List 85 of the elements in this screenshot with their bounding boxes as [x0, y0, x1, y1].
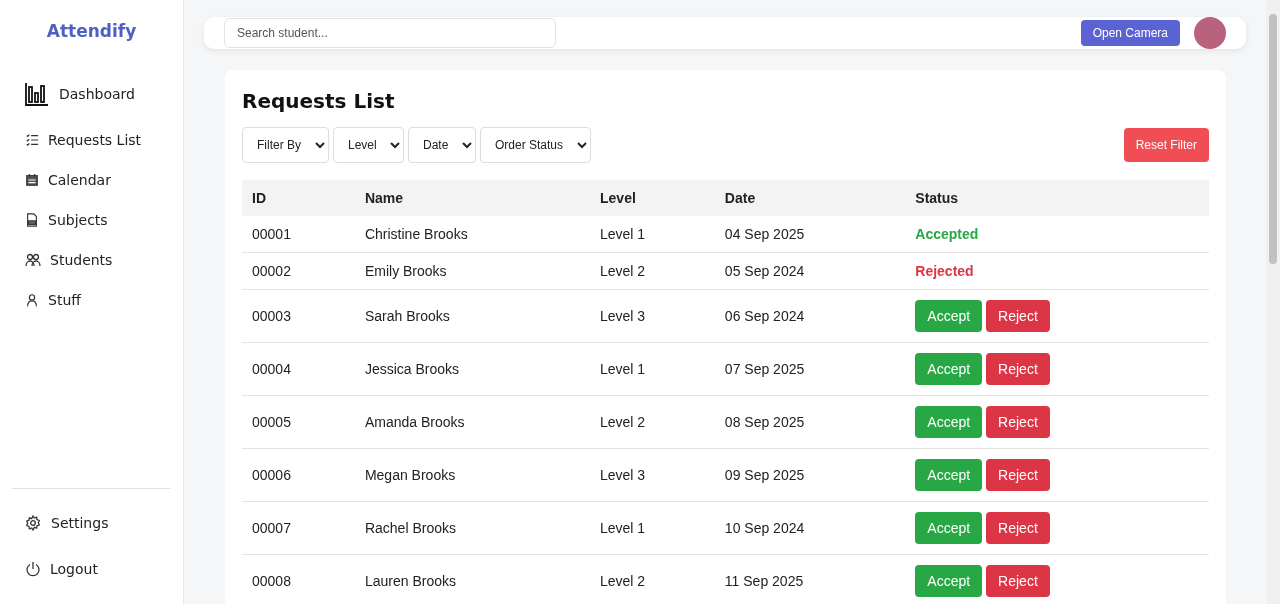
name-cell: Megan Brooks [354, 448, 590, 502]
nav-label: Settings [51, 515, 109, 531]
id-cell: 00006 [242, 448, 355, 502]
nav-item[interactable]: Calendar [25, 160, 183, 200]
nav-label: Subjects [48, 212, 108, 228]
name-cell: Rachel Brooks [354, 501, 590, 555]
nav-label: Stuff [48, 292, 81, 308]
people-icon [25, 252, 41, 268]
accept-button[interactable]: Accept [915, 300, 983, 332]
nav-item[interactable]: Stuff [25, 280, 183, 320]
level-cell: Level 2 [590, 554, 715, 604]
reset-filter-button[interactable]: Reset Filter [1123, 128, 1209, 162]
reject-button[interactable]: Reject [986, 459, 1050, 491]
nav-item[interactable]: Requests List [25, 120, 183, 160]
reject-button[interactable]: Reject [986, 565, 1050, 597]
person-icon [25, 293, 39, 307]
document-icon [25, 213, 39, 227]
filter-dropdown[interactable]: Filter By [242, 127, 329, 163]
date-cell: 08 Sep 2025 [714, 395, 906, 449]
id-cell: 00003 [242, 289, 355, 343]
date-cell: 09 Sep 2025 [714, 448, 906, 502]
date-cell: 05 Sep 2024 [714, 252, 906, 290]
level-cell: Level 1 [590, 501, 715, 555]
column-header: Level [590, 180, 715, 216]
avatar[interactable] [1194, 17, 1226, 49]
filter-dropdown[interactable]: Level [333, 127, 404, 163]
level-cell: Level 3 [590, 289, 715, 343]
reject-button[interactable]: Reject [986, 353, 1050, 385]
checklist-icon [25, 133, 39, 147]
column-header: Status [905, 180, 1209, 216]
column-header: Name [354, 180, 590, 216]
date-cell: 11 Sep 2025 [714, 554, 906, 604]
nav-item[interactable]: Settings [25, 497, 183, 549]
level-cell: Level 3 [590, 448, 715, 502]
page-title: Requests List [242, 89, 396, 113]
bar-chart-icon [25, 82, 49, 106]
reject-button[interactable]: Reject [986, 406, 1050, 438]
id-cell: 00002 [242, 252, 355, 290]
nav-item[interactable]: Logout [25, 549, 183, 589]
nav-label: Calendar [48, 172, 111, 188]
level-cell: Level 2 [590, 252, 715, 290]
nav-item[interactable]: Students [25, 240, 183, 280]
date-cell: 04 Sep 2025 [714, 216, 906, 253]
power-icon [25, 561, 41, 577]
accept-button[interactable]: Accept [915, 512, 983, 544]
nav-label: Requests List [48, 132, 142, 148]
level-cell: Level 1 [590, 216, 715, 253]
status-label: Accepted [915, 226, 979, 242]
reject-button[interactable]: Reject [986, 512, 1050, 544]
nav-label: Logout [50, 561, 98, 577]
accept-button[interactable]: Accept [915, 459, 983, 491]
filter-dropdown[interactable]: Date [408, 127, 476, 163]
name-cell: Christine Brooks [354, 216, 590, 253]
reject-button[interactable]: Reject [986, 300, 1050, 332]
id-cell: 00007 [242, 501, 355, 555]
filter-dropdown[interactable]: Order Status [480, 127, 591, 163]
id-cell: 00005 [242, 395, 355, 449]
accept-button[interactable]: Accept [915, 406, 983, 438]
nav-item[interactable]: Dashboard [25, 68, 183, 120]
settings-icon [25, 515, 41, 531]
nav-label: Students [50, 252, 113, 268]
accept-button[interactable]: Accept [915, 565, 983, 597]
name-cell: Jessica Brooks [354, 342, 590, 396]
level-cell: Level 1 [590, 342, 715, 396]
id-cell: 00001 [242, 216, 355, 253]
name-cell: Amanda Brooks [354, 395, 590, 449]
id-cell: 00008 [242, 554, 355, 604]
nav-item[interactable]: Subjects [25, 200, 183, 240]
search-field[interactable]: Search student... [224, 18, 556, 48]
status-label: Rejected [915, 263, 974, 279]
name-cell: Sarah Brooks [354, 289, 590, 343]
column-header: ID [242, 180, 355, 216]
name-cell: Lauren Brooks [354, 554, 590, 604]
id-cell: 00004 [242, 342, 355, 396]
date-cell: 07 Sep 2025 [714, 342, 906, 396]
brand-logo[interactable]: Attendify [0, 21, 183, 41]
level-cell: Level 2 [590, 395, 715, 449]
column-header: Date [714, 180, 906, 216]
open-camera-button[interactable]: Open Camera [1080, 20, 1180, 46]
date-cell: 06 Sep 2024 [714, 289, 906, 343]
accept-button[interactable]: Accept [915, 353, 983, 385]
date-cell: 10 Sep 2024 [714, 501, 906, 555]
nav-label: Dashboard [59, 86, 135, 102]
calendar-icon [25, 173, 39, 187]
name-cell: Emily Brooks [354, 252, 590, 290]
